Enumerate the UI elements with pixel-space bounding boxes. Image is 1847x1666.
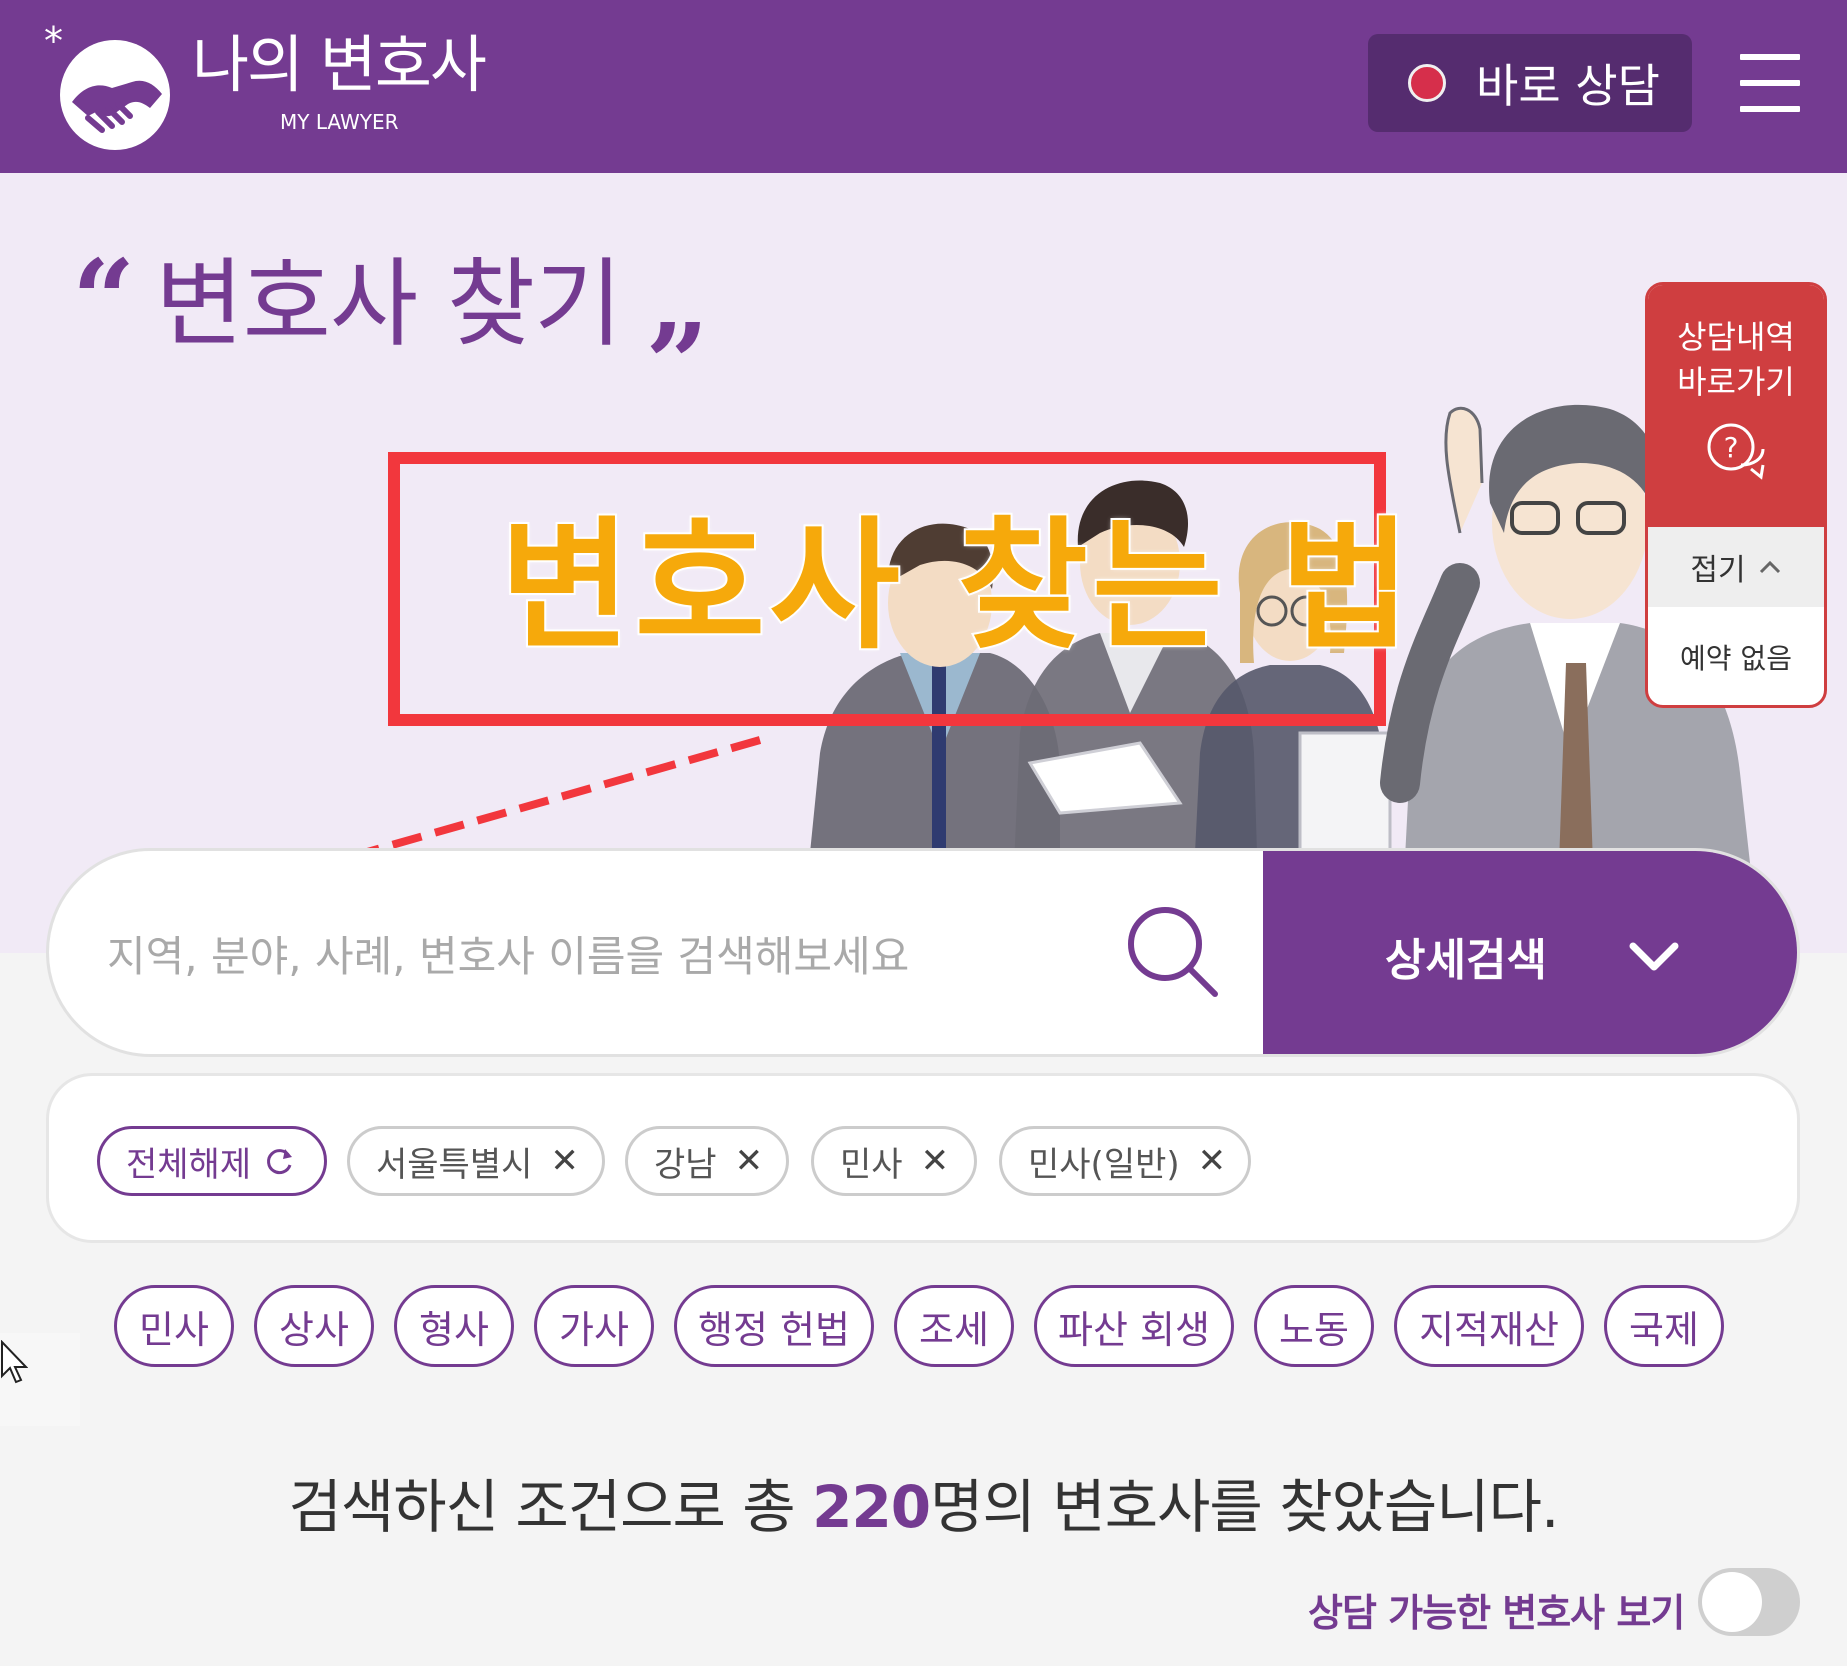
panel-fold-button[interactable]: 접기 [1648,527,1824,607]
category-family[interactable]: 가사 [534,1285,654,1367]
selected-filters: 전체해제 서울특별시 ✕ 강남 ✕ 민사 ✕ 민사(일반) ✕ [46,1073,1800,1243]
result-prefix: 검색하신 조건으로 총 [288,1473,813,1541]
consult-history-label: 상담내역 바로가기 [1677,318,1795,401]
category-bankruptcy[interactable]: 파산 회생 [1034,1285,1234,1367]
chevron-up-icon [1759,560,1780,574]
refresh-icon [267,1149,293,1175]
page-title-text: 변호사 찾기 [155,248,622,360]
reset-filters-button[interactable]: 전체해제 [97,1126,327,1196]
consult-history-button[interactable]: 상담내역 바로가기 ? [1648,285,1824,527]
close-quote-icon: ” [645,299,709,428]
toggle-knob [1702,1572,1762,1632]
filter-chip-label: 민사(일반) [1028,1144,1180,1185]
annotation-caption: 변호사 찾는 법 [498,504,1415,669]
consult-history-panel: 상담내역 바로가기 ? 접기 예약 없음 [1645,282,1827,708]
open-quote-icon: “ [72,235,136,364]
logo-subtitle: MY LAWYER [280,110,399,134]
svg-text:?: ? [1724,431,1739,464]
available-lawyers-toggle[interactable] [1698,1568,1800,1636]
available-toggle-label: 상담 가능한 변호사 보기 [1308,1591,1685,1635]
quick-consult-button[interactable]: 바로 상담 [1368,34,1692,132]
filter-chip-district[interactable]: 강남 ✕ [625,1126,789,1196]
result-count: 220 [812,1473,931,1541]
detail-search-button[interactable]: 상세검색 [1263,851,1797,1054]
reset-filters-label: 전체해제 [126,1144,252,1185]
filter-chip-label: 민사 [840,1144,903,1185]
mouse-cursor-icon [1,1340,28,1384]
result-summary: 검색하신 조건으로 총 220명의 변호사를 찾았습니다. [0,1460,1847,1544]
live-dot-icon [1408,64,1446,102]
handshake-logo-icon [60,40,170,150]
remove-filter-icon[interactable]: ✕ [921,1141,950,1181]
category-criminal[interactable]: 형사 [394,1285,514,1367]
result-suffix: 명의 변호사를 찾았습니다. [930,1473,1559,1541]
question-chat-icon: ? [1707,423,1765,480]
chevron-down-icon [1629,942,1679,970]
remove-filter-icon[interactable]: ✕ [735,1141,764,1181]
category-commercial[interactable]: 상사 [254,1285,374,1367]
category-civil[interactable]: 민사 [114,1285,234,1367]
filter-chip-label: 강남 [654,1144,717,1185]
category-tax[interactable]: 조세 [894,1285,1014,1367]
filter-chip-subfield[interactable]: 민사(일반) ✕ [999,1126,1251,1196]
remove-filter-icon[interactable]: ✕ [550,1141,579,1181]
reservation-status: 예약 없음 [1680,642,1792,675]
page-title: “ 변호사 찾기 ” [72,235,709,419]
filter-chip-region[interactable]: 서울특별시 ✕ [347,1126,605,1196]
panel-fold-label: 접기 [1690,553,1746,588]
top-header: * 나의 변호사 MY LAWYER 바로 상담 [0,0,1847,173]
category-administrative[interactable]: 행정 헌법 [674,1285,874,1367]
category-international[interactable]: 국제 [1604,1285,1724,1367]
detail-search-label: 상세검색 [1385,934,1547,986]
quick-consult-label: 바로 상담 [1476,59,1660,113]
search-icon[interactable] [1117,896,1227,1006]
category-labor[interactable]: 노동 [1254,1285,1374,1367]
filter-chip-field[interactable]: 민사 ✕ [811,1126,977,1196]
category-ip[interactable]: 지적재산 [1394,1285,1584,1367]
site-logo[interactable]: * 나의 변호사 MY LAWYER [44,22,504,152]
search-bar: 상세검색 [46,848,1800,1057]
filter-chip-label: 서울특별시 [376,1144,533,1185]
hamburger-menu-icon[interactable] [1736,50,1802,116]
logo-title: 나의 변호사 [192,28,487,101]
search-input[interactable] [107,901,1107,1011]
remove-filter-icon[interactable]: ✕ [1198,1141,1227,1181]
